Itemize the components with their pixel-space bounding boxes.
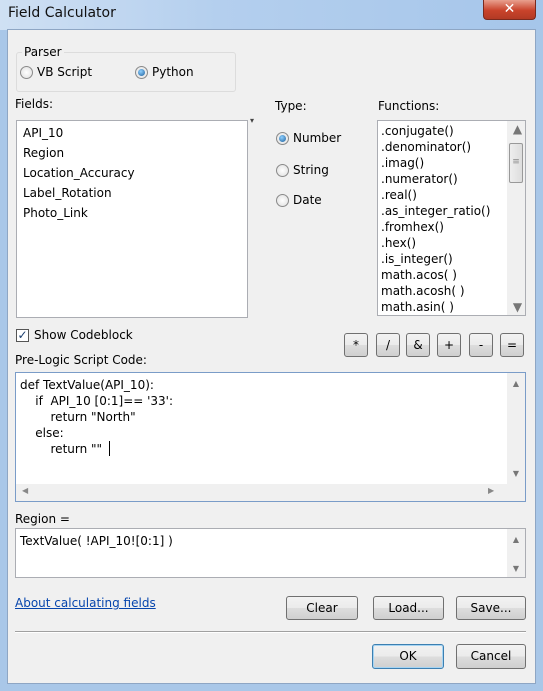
list-item[interactable]: Location_Accuracy (17, 163, 247, 183)
type-label: Type: (275, 99, 307, 113)
clear-button[interactable]: Clear (286, 596, 358, 620)
operator-divide-button[interactable]: / (376, 333, 400, 357)
title-bar: Field Calculator ✕ (0, 0, 543, 30)
radio-string-label: String (293, 163, 329, 177)
radio-vbscript-label: VB Script (37, 65, 93, 79)
about-calculating-fields-link[interactable]: About calculating fields (15, 596, 156, 610)
list-item[interactable]: .denominator() (378, 139, 525, 155)
window-title: Field Calculator (8, 5, 116, 21)
list-item[interactable]: .conjugate() (378, 123, 525, 139)
code-horizontal-scrollbar[interactable]: ◀ ▶ (16, 484, 525, 501)
text-cursor (109, 441, 110, 456)
prelogic-code[interactable]: def TextValue(API_10): if API_10 [0:1]==… (20, 377, 173, 457)
prelogic-label: Pre-Logic Script Code: (15, 353, 147, 367)
scroll-left-icon[interactable]: ◀ (22, 486, 28, 495)
scroll-down-icon[interactable]: ▼ (507, 560, 525, 577)
show-codeblock-checkbox[interactable]: ✓ (16, 329, 29, 342)
list-item[interactable]: Photo_Link (17, 203, 247, 223)
list-item[interactable]: .fromhex() (378, 219, 525, 235)
functions-label: Functions: (378, 99, 440, 113)
functions-list[interactable]: .conjugate() .denominator() .imag() .num… (377, 120, 526, 316)
list-item[interactable]: Region (17, 143, 247, 163)
list-item[interactable]: .is_integer() (378, 251, 525, 267)
show-codeblock-label: Show Codeblock (34, 328, 133, 342)
functions-scrollbar[interactable]: ▲ ≡ ▼ (507, 121, 525, 315)
radio-vbscript[interactable] (20, 66, 33, 79)
divider (15, 631, 526, 633)
operator-multiply-button[interactable]: * (344, 333, 368, 357)
list-item[interactable]: .imag() (378, 155, 525, 171)
expression-scrollbar[interactable]: ▲ ▼ (507, 529, 525, 577)
radio-number-label: Number (293, 131, 342, 145)
operator-plus-button[interactable]: + (437, 333, 461, 357)
close-icon[interactable]: ✕ (483, 0, 536, 20)
list-item[interactable]: math.asin( ) (378, 299, 525, 315)
list-item[interactable]: .as_integer_ratio() (378, 203, 525, 219)
scroll-up-icon[interactable]: ▲ (507, 121, 525, 137)
scroll-down-icon[interactable]: ▼ (507, 465, 525, 482)
parser-label: Parser (22, 45, 64, 59)
scroll-thumb[interactable]: ≡ (509, 143, 523, 183)
fields-list[interactable]: API_10 Region Location_Accuracy Label_Ro… (16, 120, 248, 318)
radio-date-label: Date (293, 193, 322, 207)
sort-icon[interactable]: ▾ (250, 116, 254, 125)
load-button[interactable]: Load... (373, 596, 444, 620)
save-button[interactable]: Save... (456, 596, 526, 620)
cancel-button[interactable]: Cancel (456, 644, 526, 669)
list-item[interactable]: .real() (378, 187, 525, 203)
scroll-up-icon[interactable]: ▲ (507, 375, 525, 392)
list-item[interactable]: math.acosh( ) (378, 283, 525, 299)
list-item[interactable]: math.acos( ) (378, 267, 525, 283)
fields-label: Fields: (15, 97, 53, 111)
expression-value[interactable]: TextValue( !API_10![0:1] ) (20, 533, 173, 549)
list-item[interactable]: Label_Rotation (17, 183, 247, 203)
list-item[interactable]: .hex() (378, 235, 525, 251)
radio-date[interactable] (276, 194, 289, 207)
expression-input[interactable]: TextValue( !API_10![0:1] ) ▲ ▼ (15, 528, 526, 578)
operator-equals-button[interactable]: = (500, 333, 524, 357)
scroll-right-icon[interactable]: ▶ (488, 486, 494, 495)
operator-and-button[interactable]: & (406, 333, 430, 357)
ok-button[interactable]: OK (372, 644, 444, 669)
list-item[interactable]: .numerator() (378, 171, 525, 187)
list-item[interactable]: API_10 (17, 123, 247, 143)
operator-minus-button[interactable]: - (469, 333, 493, 357)
radio-number[interactable] (276, 132, 289, 145)
code-vertical-scrollbar[interactable]: ▲ ▼ (507, 373, 525, 484)
expression-label: Region = (15, 512, 70, 526)
radio-python[interactable] (135, 66, 148, 79)
radio-python-label: Python (152, 65, 194, 79)
scroll-up-icon[interactable]: ▲ (507, 531, 525, 548)
prelogic-code-editor[interactable]: def TextValue(API_10): if API_10 [0:1]==… (15, 372, 526, 502)
radio-string[interactable] (276, 164, 289, 177)
scroll-down-icon[interactable]: ▼ (507, 299, 525, 315)
